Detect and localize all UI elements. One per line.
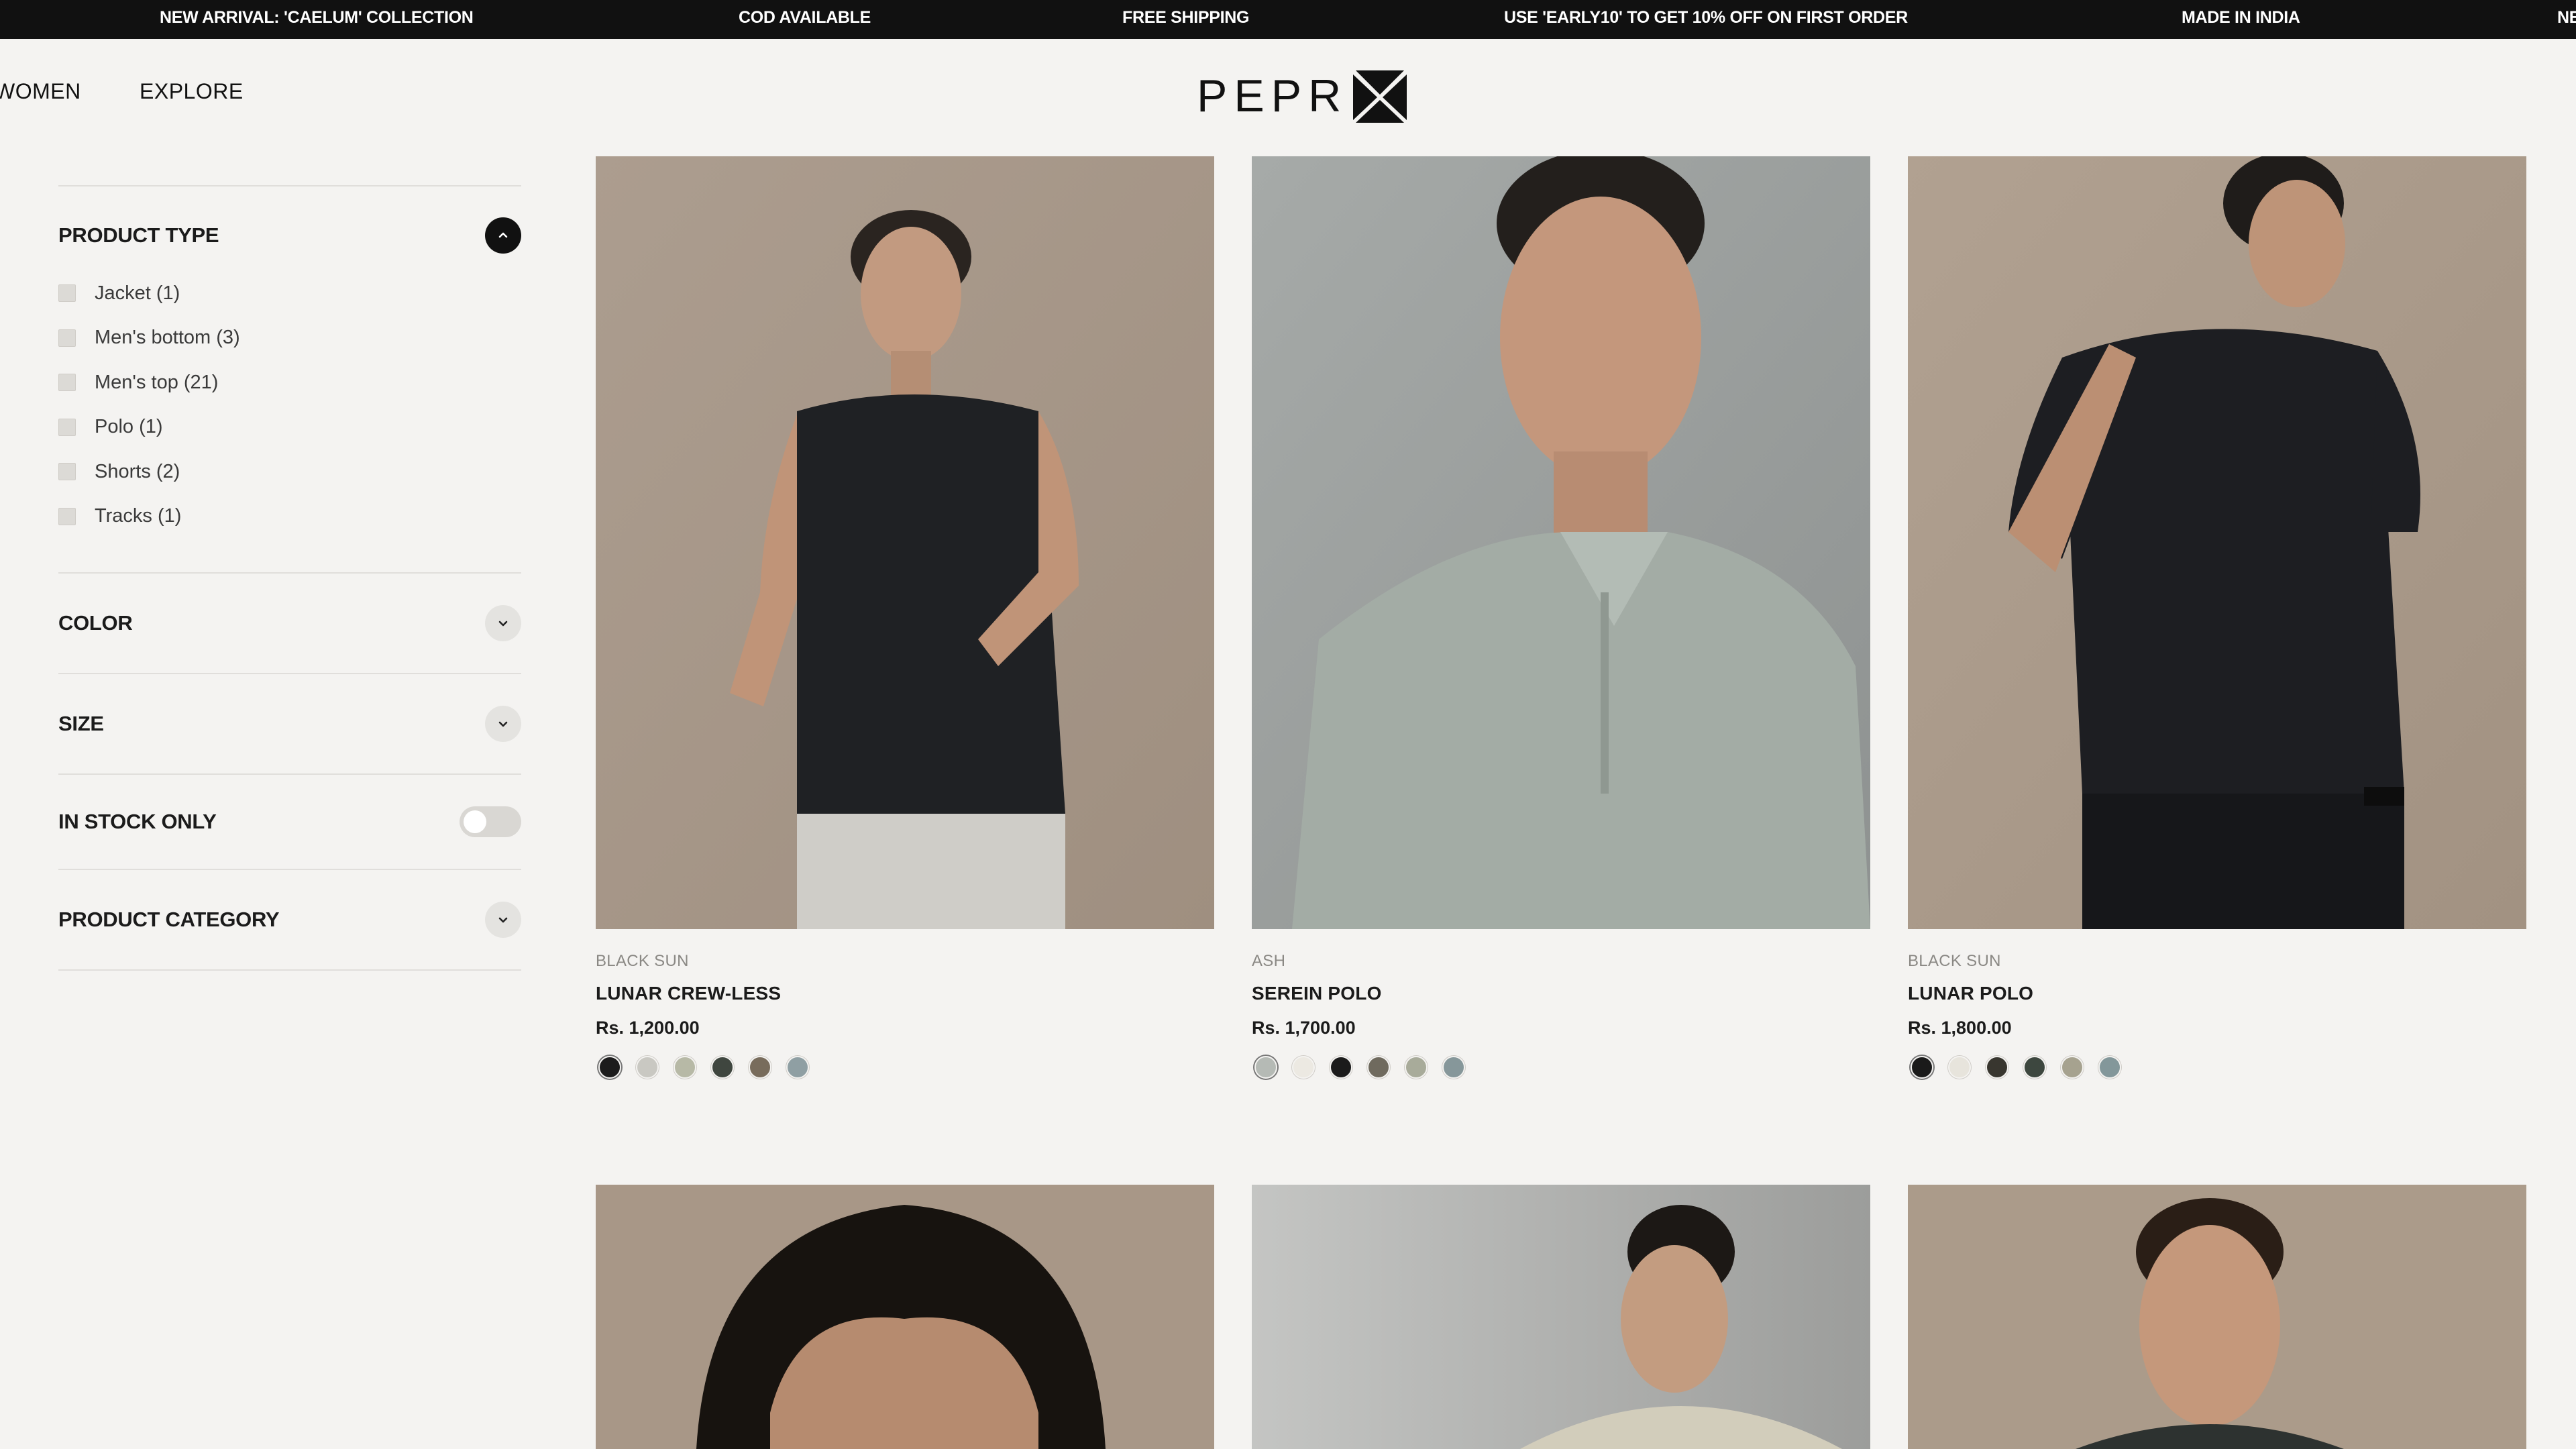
- checkbox[interactable]: [58, 507, 76, 525]
- product-card[interactable]: [1252, 1185, 1870, 1449]
- swatch-black[interactable]: [1911, 1056, 1933, 1079]
- product-card-serein-polo[interactable]: ASH SEREIN POLO Rs. 1,700.00: [1252, 156, 1870, 1079]
- chevron-up-icon[interactable]: [485, 217, 521, 254]
- announcement-next: NE: [2557, 8, 2576, 27]
- product-price: Rs. 1,800.00: [1908, 1018, 2012, 1038]
- product-price: Rs. 1,700.00: [1252, 1018, 1356, 1038]
- toggle-knob: [464, 810, 486, 833]
- product-card-lunar-crew-less[interactable]: BLACK SUN LUNAR CREW-LESS Rs. 1,200.00: [596, 156, 1214, 1079]
- brand-logo[interactable]: PEPR: [1197, 66, 1408, 126]
- announcement-discount-code: USE 'EARLY10' TO GET 10% OFF ON FIRST OR…: [1504, 8, 1908, 27]
- product-card[interactable]: [1908, 1185, 2526, 1449]
- swatch-slate[interactable]: [2098, 1056, 2121, 1079]
- product-photo-model-head: [596, 1185, 1214, 1449]
- swatch-brown[interactable]: [749, 1056, 771, 1079]
- filter-color-header[interactable]: COLOR: [58, 574, 521, 673]
- color-swatches: [1254, 1056, 1465, 1079]
- filter-option-mens-top[interactable]: Men's top (21): [58, 360, 521, 405]
- swatch-olive-brown[interactable]: [1367, 1056, 1390, 1079]
- product-brand: BLACK SUN: [596, 952, 689, 970]
- product-card[interactable]: [596, 1185, 1214, 1449]
- product-brand: ASH: [1252, 952, 1286, 970]
- product-image[interactable]: [1908, 156, 2526, 929]
- product-name[interactable]: SEREIN POLO: [1252, 983, 1382, 1004]
- swatch-light-grey[interactable]: [636, 1056, 659, 1079]
- swatch-charcoal-brown[interactable]: [1986, 1056, 2008, 1079]
- filter-option-label: Tracks (1): [95, 505, 182, 527]
- product-photo-model-tee: [1252, 1185, 1870, 1449]
- filter-option-tracks[interactable]: Tracks (1): [58, 494, 521, 539]
- checkbox[interactable]: [58, 418, 76, 436]
- swatch-cream[interactable]: [1948, 1056, 1971, 1079]
- product-image[interactable]: [596, 1185, 1214, 1449]
- filter-product-type-header[interactable]: PRODUCT TYPE: [58, 186, 521, 284]
- announcement-made-in-india: MADE IN INDIA: [2182, 8, 2300, 27]
- filter-option-label: Polo (1): [95, 416, 163, 438]
- swatch-blue-grey[interactable]: [786, 1056, 809, 1079]
- filter-option-label: Jacket (1): [95, 282, 180, 304]
- chevron-down-icon[interactable]: [485, 605, 521, 641]
- filter-color-title: COLOR: [58, 611, 133, 635]
- announcement-cod: COD AVAILABLE: [739, 8, 871, 27]
- filter-option-polo[interactable]: Polo (1): [58, 405, 521, 450]
- filter-option-jacket[interactable]: Jacket (1): [58, 271, 521, 316]
- logo-mark-icon: [1353, 70, 1407, 123]
- product-photo-model-black-polo: [1908, 156, 2526, 929]
- filter-size-title: SIZE: [58, 712, 104, 735]
- swatch-forest[interactable]: [2023, 1056, 2046, 1079]
- product-photo-model-face: [1908, 1185, 2526, 1449]
- logo-wordmark: PEPR: [1197, 70, 1348, 121]
- product-image[interactable]: [1908, 1185, 2526, 1449]
- nav-women[interactable]: WOMEN: [0, 79, 81, 104]
- announcement-free-shipping: FREE SHIPPING: [1122, 8, 1250, 27]
- divider: [58, 969, 521, 971]
- product-price: Rs. 1,200.00: [596, 1018, 700, 1038]
- swatch-black[interactable]: [598, 1056, 621, 1079]
- swatch-khaki[interactable]: [2061, 1056, 2084, 1079]
- checkbox[interactable]: [58, 374, 76, 392]
- nav-explore[interactable]: EXPLORE: [140, 79, 244, 104]
- announcement-bar: NEW ARRIVAL: 'CAELUM' COLLECTION COD AVA…: [0, 0, 2576, 39]
- product-name[interactable]: LUNAR CREW-LESS: [596, 983, 781, 1004]
- product-image[interactable]: [1252, 156, 1870, 929]
- product-type-options: Jacket (1) Men's bottom (3) Men's top (2…: [58, 271, 521, 572]
- checkbox[interactable]: [58, 329, 76, 347]
- filter-product-category-title: PRODUCT CATEGORY: [58, 908, 280, 931]
- swatch-slate[interactable]: [1442, 1056, 1465, 1079]
- chevron-down-icon[interactable]: [485, 902, 521, 938]
- in-stock-toggle[interactable]: [460, 806, 521, 837]
- swatch-off-white[interactable]: [1292, 1056, 1315, 1079]
- filter-option-shorts[interactable]: Shorts (2): [58, 449, 521, 494]
- product-brand: BLACK SUN: [1908, 952, 2001, 970]
- filter-size-header[interactable]: SIZE: [58, 674, 521, 773]
- product-photo-model-polo: [1252, 156, 1870, 929]
- swatch-sage[interactable]: [1405, 1056, 1428, 1079]
- swatch-sage[interactable]: [674, 1056, 696, 1079]
- swatch-black[interactable]: [1330, 1056, 1352, 1079]
- product-image[interactable]: [596, 156, 1214, 929]
- chevron-down-icon[interactable]: [485, 706, 521, 742]
- filter-option-label: Shorts (2): [95, 460, 180, 482]
- filter-in-stock-row: IN STOCK ONLY: [58, 775, 521, 869]
- color-swatches: [1911, 1056, 2121, 1079]
- product-photo-model-tank: [596, 156, 1214, 929]
- swatch-ash[interactable]: [1254, 1056, 1277, 1079]
- swatch-dark-green[interactable]: [711, 1056, 734, 1079]
- color-swatches: [598, 1056, 809, 1079]
- filter-sidebar: PRODUCT TYPE Jacket (1) Men's bottom (3)…: [58, 185, 521, 971]
- product-name[interactable]: LUNAR POLO: [1908, 983, 2033, 1004]
- product-card-lunar-polo[interactable]: BLACK SUN LUNAR POLO Rs. 1,800.00: [1908, 156, 2526, 1079]
- announcement-new-arrival[interactable]: NEW ARRIVAL: 'CAELUM' COLLECTION: [160, 0, 474, 39]
- filter-in-stock-title: IN STOCK ONLY: [58, 810, 217, 833]
- filter-product-type-title: PRODUCT TYPE: [58, 223, 219, 247]
- checkbox[interactable]: [58, 463, 76, 481]
- filter-product-category-header[interactable]: PRODUCT CATEGORY: [58, 870, 521, 969]
- filter-option-label: Men's bottom (3): [95, 327, 240, 349]
- filter-option-label: Men's top (21): [95, 371, 219, 393]
- checkbox[interactable]: [58, 284, 76, 303]
- filter-option-mens-bottom[interactable]: Men's bottom (3): [58, 316, 521, 361]
- product-image[interactable]: [1252, 1185, 1870, 1449]
